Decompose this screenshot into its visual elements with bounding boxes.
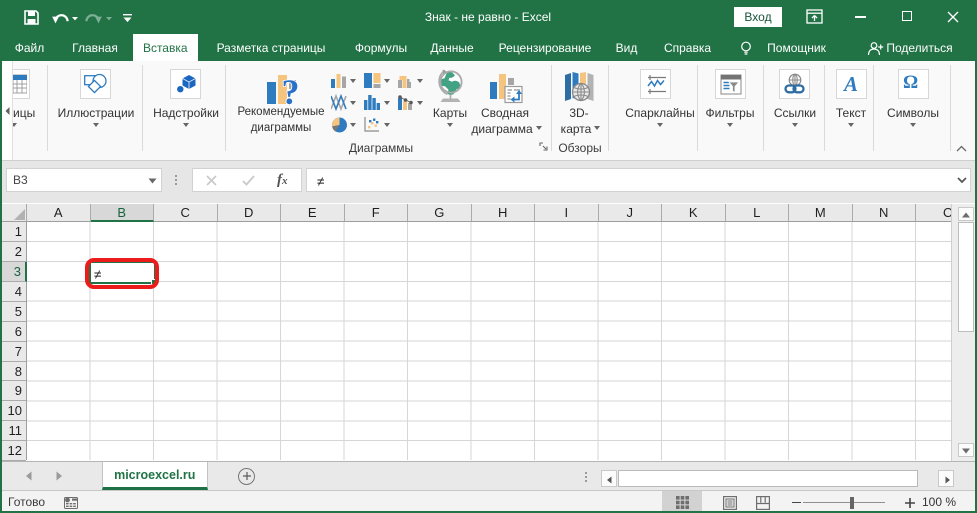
svg-text:?: ? [282, 72, 300, 105]
